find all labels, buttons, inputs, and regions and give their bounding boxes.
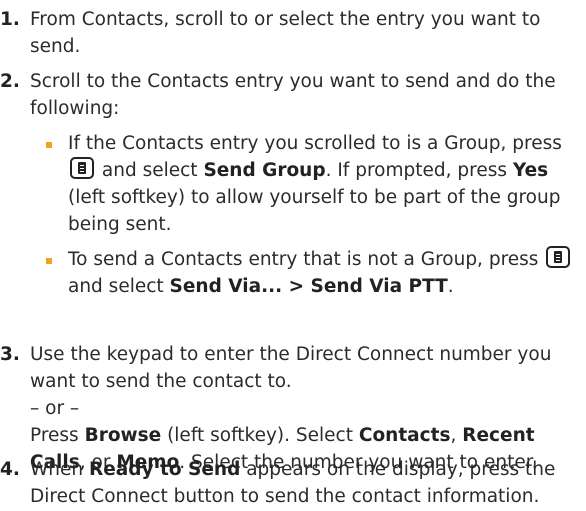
text-span: Press (30, 425, 79, 446)
text-span: and select (101, 160, 198, 181)
contacts-label: Contacts (358, 425, 451, 446)
step-number: 4. (0, 459, 20, 480)
bullet-square-icon (46, 258, 52, 264)
text-span: When (30, 459, 84, 480)
bullet-text: To send a Contacts entry that is not a G… (68, 246, 586, 300)
ready-to-send-label: Ready to Send (89, 459, 241, 480)
text-span: , (450, 425, 457, 446)
step-number: 2. (0, 71, 20, 92)
text-span: (left softkey). Select (167, 425, 353, 446)
step-number: 3. (0, 344, 20, 365)
step-text: Scroll to the Contacts entry you want to… (30, 71, 556, 119)
bullet-text: If the Contacts entry you scrolled to is… (68, 130, 586, 238)
step-text: When Ready to Send appears on the displa… (30, 456, 586, 510)
text-span: (left softkey) to allow yourself to be p… (68, 187, 561, 235)
step-text: From Contacts, scroll to or select the e… (30, 9, 541, 57)
menu-key-icon (546, 246, 571, 268)
step-number: 1. (0, 9, 20, 30)
bullet-square-icon (46, 142, 52, 148)
send-via-ptt-label: Send Via... > Send Via PTT (169, 276, 448, 297)
text-span: . (447, 276, 454, 297)
yes-label: Yes (512, 160, 549, 181)
text-span: . If prompted, press (325, 160, 507, 181)
text-span: To send a Contacts entry that is not a G… (68, 249, 539, 270)
text-span: and select (68, 276, 164, 297)
bullet-item: If the Contacts entry you scrolled to is… (46, 130, 586, 238)
menu-key-icon (70, 157, 94, 179)
send-group-label: Send Group (203, 160, 326, 181)
or-separator: – or – (30, 398, 80, 419)
step-4: 4. When Ready to Send appears on the dis… (0, 456, 586, 510)
text-span: If the Contacts entry you scrolled to is… (68, 133, 562, 154)
step-1: 1. From Contacts, scroll to or select th… (0, 6, 586, 60)
step-2: 2. Scroll to the Contacts entry you want… (0, 68, 586, 300)
bullet-item: To send a Contacts entry that is not a G… (46, 246, 586, 300)
step-text: Use the keypad to enter the Direct Conne… (30, 344, 552, 392)
step-body: Scroll to the Contacts entry you want to… (30, 68, 586, 300)
browse-label: Browse (84, 425, 162, 446)
instruction-page: 1. From Contacts, scroll to or select th… (0, 0, 586, 511)
